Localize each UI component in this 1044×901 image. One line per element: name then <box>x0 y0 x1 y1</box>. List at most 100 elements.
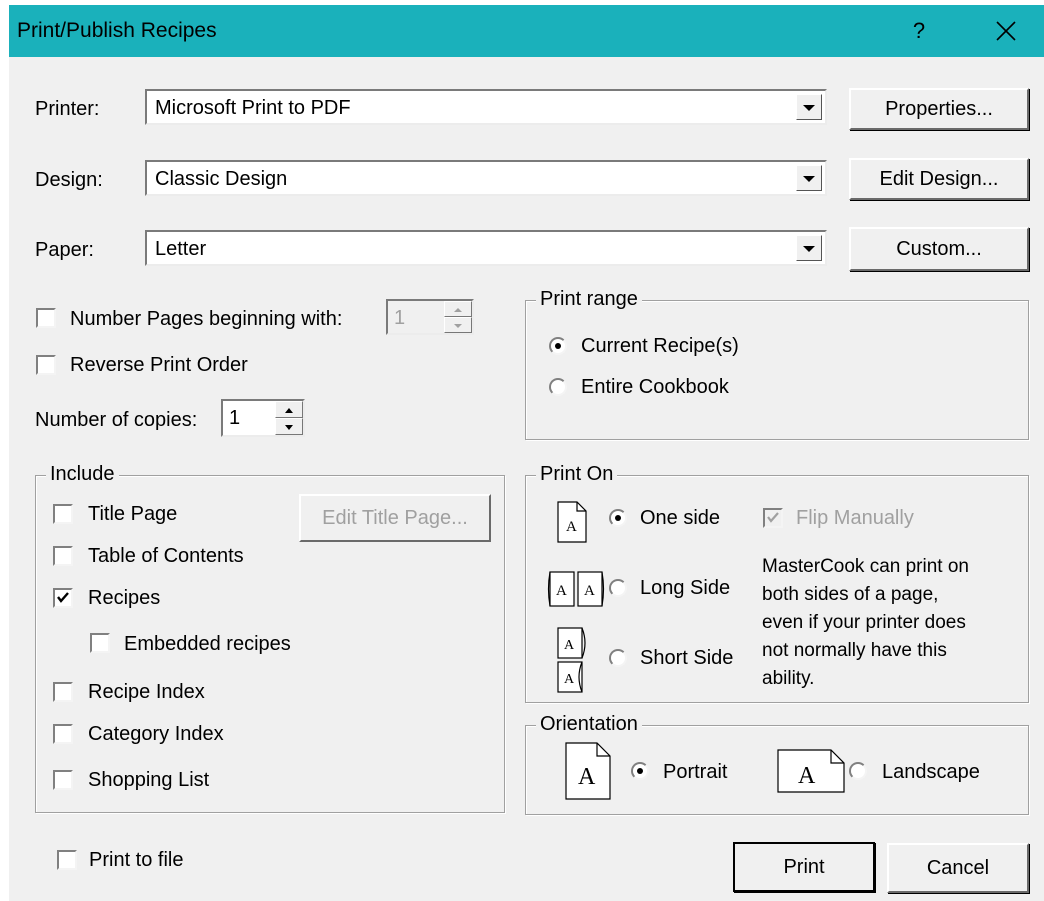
svg-text:A: A <box>566 519 577 535</box>
print-on-title: Print On <box>536 463 618 486</box>
reverse-order-label: Reverse Print Order <box>70 354 248 376</box>
current-recipes-label: Current Recipe(s) <box>581 335 739 357</box>
edit-design-button[interactable]: Edit Design... <box>849 158 1029 200</box>
edit-title-page-button[interactable]: Edit Title Page... <box>299 494 491 542</box>
long-side-icon: A A <box>547 571 605 607</box>
recipes-checkbox[interactable] <box>53 588 73 608</box>
duplex-note-line: MasterCook can print on <box>762 556 969 577</box>
embedded-recipes-checkbox[interactable] <box>90 633 110 653</box>
landscape-radio[interactable] <box>849 762 867 780</box>
close-button[interactable] <box>984 15 1028 47</box>
portrait-label: Portrait <box>663 761 728 783</box>
svg-text:A: A <box>564 638 575 653</box>
printer-dropdown-button[interactable] <box>796 94 822 120</box>
number-pages-label: Number Pages beginning with: <box>70 308 343 330</box>
landscape-icon: A <box>777 749 845 793</box>
chevron-down-icon <box>803 105 815 111</box>
copies-label: Number of copies: <box>35 409 198 431</box>
duplex-note: MasterCook can print on both sides of a … <box>762 553 969 693</box>
copies-stepper[interactable]: 1 <box>221 399 305 437</box>
current-recipes-radio[interactable] <box>549 337 567 355</box>
arrow-up-icon <box>285 408 293 413</box>
number-pages-spin[interactable] <box>444 301 472 333</box>
entire-cookbook-radio[interactable] <box>549 378 567 396</box>
short-side-icon: A A <box>557 627 586 693</box>
svg-text:A: A <box>584 583 595 599</box>
checkmark-icon <box>767 512 779 523</box>
print-range-title: Print range <box>536 288 642 311</box>
duplex-note-line: both sides of a page, <box>762 584 939 605</box>
arrow-down-icon <box>285 425 293 430</box>
copies-value: 1 <box>229 407 241 429</box>
long-side-radio[interactable] <box>609 579 627 597</box>
chevron-down-icon <box>803 176 815 182</box>
number-pages-value: 1 <box>394 307 406 329</box>
chevron-down-icon <box>803 246 815 252</box>
properties-button[interactable]: Properties... <box>849 88 1029 130</box>
cancel-button[interactable]: Cancel <box>887 843 1029 893</box>
design-select[interactable]: Classic Design <box>145 160 827 196</box>
portrait-radio[interactable] <box>631 762 649 780</box>
duplex-note-line: not normally have this <box>762 640 947 661</box>
print-button[interactable]: Print <box>733 842 875 892</box>
design-value: Classic Design <box>155 168 288 190</box>
duplex-note-line: even if your printer does <box>762 612 966 633</box>
paper-select[interactable]: Letter <box>145 230 827 266</box>
orientation-title: Orientation <box>536 713 642 736</box>
number-pages-stepper[interactable]: 1 <box>386 299 474 335</box>
paper-value: Letter <box>155 238 207 260</box>
print-publish-dialog: Print/Publish Recipes ? Printer: Microso… <box>9 5 1044 901</box>
reverse-order-checkbox[interactable] <box>36 355 56 375</box>
recipes-label: Recipes <box>88 587 161 609</box>
landscape-label: Landscape <box>882 761 980 783</box>
long-side-label: Long Side <box>640 577 731 599</box>
embedded-recipes-label: Embedded recipes <box>124 633 291 655</box>
print-to-file-label: Print to file <box>89 849 184 871</box>
close-icon <box>996 21 1016 41</box>
title-page-label: Title Page <box>88 503 178 525</box>
shopping-list-label: Shopping List <box>88 769 210 791</box>
include-title: Include <box>46 463 119 486</box>
printer-value: Microsoft Print to PDF <box>155 97 351 119</box>
portrait-icon: A <box>565 742 611 800</box>
single-page-icon: A <box>557 501 587 543</box>
table-of-contents-label: Table of Contents <box>88 545 244 567</box>
arrow-up-icon <box>454 308 462 312</box>
one-side-label: One side <box>640 507 721 529</box>
copies-spin[interactable] <box>275 401 303 435</box>
title-bar[interactable]: Print/Publish Recipes ? <box>9 5 1044 57</box>
print-range-group: Print range <box>525 288 1029 440</box>
checkmark-icon <box>57 592 69 603</box>
flip-manually-label: Flip Manually <box>796 507 914 529</box>
duplex-note-line: ability. <box>762 668 815 689</box>
paper-label: Paper: <box>35 239 94 261</box>
svg-text:A: A <box>798 763 816 789</box>
number-pages-checkbox[interactable] <box>36 308 56 328</box>
design-label: Design: <box>35 169 103 191</box>
help-button[interactable]: ? <box>899 15 939 47</box>
svg-text:A: A <box>564 672 575 687</box>
printer-select[interactable]: Microsoft Print to PDF <box>145 89 827 125</box>
entire-cookbook-label: Entire Cookbook <box>581 376 729 398</box>
print-to-file-checkbox[interactable] <box>57 850 77 870</box>
short-side-label: Short Side <box>640 647 734 669</box>
table-of-contents-checkbox[interactable] <box>53 546 73 566</box>
help-icon: ? <box>912 18 926 43</box>
short-side-radio[interactable] <box>609 649 627 667</box>
category-index-checkbox[interactable] <box>53 724 73 744</box>
svg-text:A: A <box>578 764 596 790</box>
window-title: Print/Publish Recipes <box>17 19 217 42</box>
svg-text:A: A <box>556 583 567 599</box>
recipe-index-label: Recipe Index <box>88 681 205 703</box>
custom-paper-button[interactable]: Custom... <box>849 227 1029 271</box>
shopping-list-checkbox[interactable] <box>53 770 73 790</box>
recipe-index-checkbox[interactable] <box>53 682 73 702</box>
design-dropdown-button[interactable] <box>796 165 822 191</box>
category-index-label: Category Index <box>88 723 224 745</box>
paper-dropdown-button[interactable] <box>796 235 822 261</box>
one-side-radio[interactable] <box>609 509 627 527</box>
flip-manually-checkbox[interactable] <box>763 508 783 528</box>
arrow-down-icon <box>454 324 462 328</box>
printer-label: Printer: <box>35 98 100 120</box>
title-page-checkbox[interactable] <box>53 504 73 524</box>
